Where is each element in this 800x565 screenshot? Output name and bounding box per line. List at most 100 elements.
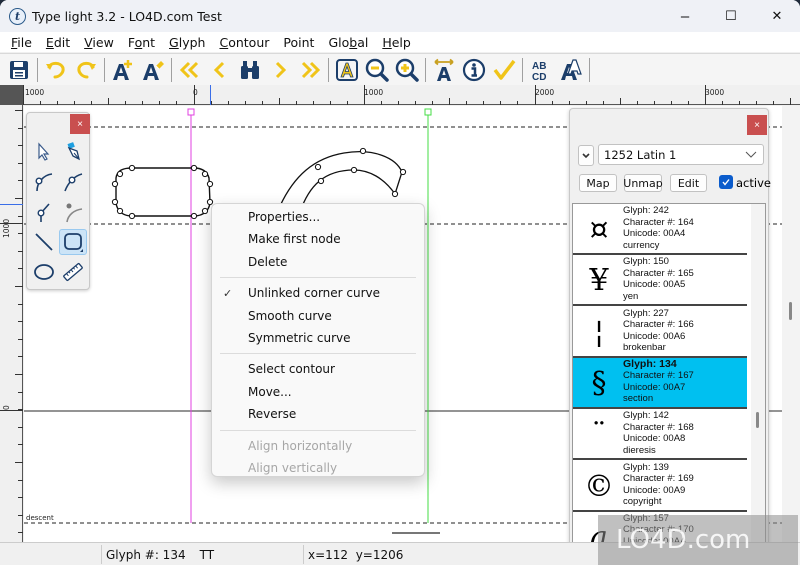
undo-icon [46, 61, 65, 78]
tool-ruler[interactable] [59, 259, 87, 285]
abcd-icon: ABCD [532, 61, 546, 82]
menu-contour[interactable]: Contour [212, 35, 276, 50]
menu-file[interactable]: File [4, 35, 39, 50]
find-glyph-button[interactable] [235, 56, 265, 84]
svg-text:AB: AB [532, 61, 546, 72]
text-preview-button[interactable]: AB CD [526, 56, 556, 84]
glyph-list-scrollbar-thumb[interactable] [756, 412, 759, 428]
metrics-button[interactable] [429, 56, 459, 84]
tool-pointer[interactable] [30, 139, 58, 165]
left-bearing-handle[interactable] [187, 108, 195, 116]
redo-button[interactable] [71, 56, 101, 84]
glyph-list-item[interactable]: ¤ Glyph: 242 Character #: 164 Unicode: 00A4… [573, 204, 747, 255]
context-menu-item-unlinked-corner-curve[interactable]: ✓ Unlinked corner curve [212, 282, 424, 304]
context-menu-item-make-first-node[interactable]: Make first node [212, 228, 424, 250]
tool-curve-mid[interactable] [59, 169, 87, 195]
vertical-ruler[interactable]: 1000 0 [0, 105, 23, 542]
right-bearing-handle[interactable] [424, 108, 432, 116]
menu-glyph[interactable]: Glyph [162, 35, 212, 50]
context-menu-item-align-horizontally: Align horizontally [212, 435, 424, 457]
contour-nodes[interactable] [111, 164, 214, 220]
pointer-arrow-icon [38, 142, 50, 161]
tool-corner-point[interactable] [30, 199, 58, 225]
toolbar-separator [425, 57, 426, 82]
active-checkbox[interactable] [719, 175, 733, 189]
last-glyph-button[interactable] [295, 56, 325, 84]
save-button[interactable] [4, 56, 34, 84]
glyph-list-item[interactable]: ¥ Glyph: 150 Character #: 165 Unicode: 00A5… [573, 255, 747, 307]
context-menu-item-select-contour[interactable]: Select contour [212, 358, 424, 380]
glyph-frame-icon [336, 58, 358, 81]
font-preview-button[interactable] [556, 56, 586, 84]
zoom-out-button[interactable] [362, 56, 392, 84]
horizontal-ruler[interactable]: 1000 0 1000 2000 3000 [23, 85, 800, 105]
glyph-panel-close-button[interactable]: × [747, 115, 767, 135]
fit-glyph-button[interactable] [332, 56, 362, 84]
maximize-button[interactable]: ☐ [708, 0, 754, 32]
tool-pen[interactable] [59, 139, 87, 165]
validate-button[interactable] [489, 56, 519, 84]
ruler-label: 2000 [535, 88, 555, 97]
map-button[interactable]: Map [579, 174, 617, 192]
context-menu-item-properties[interactable]: Properties... [212, 206, 424, 228]
canvas-vertical-scrollbar-thumb[interactable] [789, 302, 792, 320]
canvas-vertical-scrollbar[interactable] [782, 106, 800, 542]
glyph-list-scrollbar[interactable] [751, 204, 765, 562]
tools-palette-close-button[interactable]: × [70, 114, 90, 134]
menu-global[interactable]: Global [321, 35, 375, 50]
context-menu-label: Properties... [248, 210, 321, 224]
undo-button[interactable] [41, 56, 71, 84]
title-bar: t Type light 3.2 - LO4D.com Test – ☐ ✕ [0, 0, 800, 32]
glyph-list-item[interactable]: ¦ Glyph: 227 Character #: 166 Unicode: 00A6… [573, 306, 747, 358]
glyph-list-item[interactable]: § Glyph: 134 Character #: 167 Unicode: 00A7… [573, 357, 747, 409]
tool-curve-start[interactable] [30, 169, 58, 195]
menu-edit[interactable]: Edit [39, 35, 77, 50]
glyph-unicode: Unicode: 00A4 [623, 228, 686, 239]
context-menu-item-reverse[interactable]: Reverse [212, 403, 424, 425]
contour-rounded-rect[interactable] [115, 167, 211, 217]
glyph-list-item[interactable]: ¨ Glyph: 142 Character #: 168 Unicode: 00A8… [573, 409, 747, 461]
unmap-button[interactable]: Unmap [623, 174, 663, 192]
glyph-list[interactable]: aGlyph: 157Character #: 170Unicode: 00AA… [572, 203, 766, 563]
context-menu-label: Select contour [248, 362, 335, 377]
zoom-in-button[interactable] [392, 56, 422, 84]
first-glyph-button[interactable] [175, 56, 205, 84]
horizontal-scrollbar-thumb[interactable] [392, 532, 440, 534]
glyph-glyph: Glyph: 134 [623, 357, 677, 370]
rounded-rectangle-icon [64, 233, 83, 252]
chevron-down-icon [745, 151, 757, 158]
double-chevron-right-icon [301, 61, 321, 78]
tool-arc[interactable] [59, 199, 87, 225]
tool-line[interactable] [30, 229, 58, 255]
codepage-select[interactable]: 1252 Latin 1 [598, 144, 764, 165]
context-menu-item-symmetric-curve[interactable]: Symmetric curve [212, 327, 424, 349]
codepage-menu-button[interactable] [578, 145, 594, 166]
pen-nib-icon [67, 142, 80, 161]
glyph-info: Glyph: 242 Character #: 164 Unicode: 00A4 c… [623, 205, 694, 251]
menu-font[interactable]: Font [121, 35, 162, 50]
ruler-label: 3000 [705, 88, 725, 97]
info-button[interactable] [459, 56, 489, 84]
menu-help[interactable]: Help [375, 35, 418, 50]
previous-glyph-button[interactable] [205, 56, 235, 84]
glyph-unicode: Unicode: 00A5 [623, 279, 686, 291]
tool-ellipse[interactable] [30, 259, 58, 285]
menu-point[interactable]: Point [276, 35, 321, 50]
menu-view[interactable]: View [77, 35, 121, 50]
glyph-list-item[interactable]: © Glyph: 139 Character #: 169 Unicode: 00A9… [573, 460, 747, 512]
context-menu-item-move[interactable]: Move... [212, 381, 424, 403]
context-menu-item-delete[interactable]: Delete [212, 251, 424, 273]
add-glyph-button[interactable] [108, 56, 138, 84]
close-button[interactable]: ✕ [754, 0, 800, 32]
edit-button[interactable]: Edit [670, 174, 707, 192]
erase-glyph-button[interactable] [138, 56, 168, 84]
context-menu-item-smooth-curve[interactable]: Smooth curve [212, 305, 424, 327]
tool-rounded-rect[interactable] [59, 229, 87, 255]
minimize-button[interactable]: – [662, 0, 708, 32]
ruler-label: 0 [193, 88, 198, 97]
glyph-character: Character #: 167 [623, 370, 694, 382]
ruler-label: 1000 [2, 218, 11, 238]
toolbar-separator [104, 57, 105, 82]
minimize-icon: – [680, 7, 690, 25]
next-glyph-button[interactable] [265, 56, 295, 84]
